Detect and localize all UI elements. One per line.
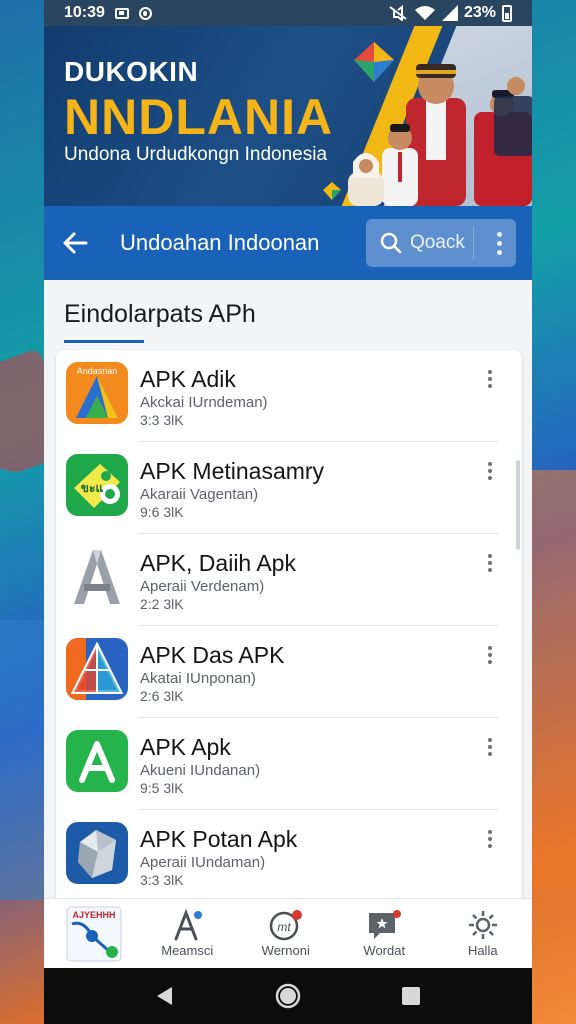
promo-banner[interactable]: DUKOKIN NNDLANIA Undona Urdudkongn Indon… (44, 26, 532, 206)
search-placeholder: Qoack (410, 232, 465, 253)
wallpaper-shape (0, 620, 44, 900)
app-size: 9:5 3lK (140, 780, 184, 796)
nav-item-halla[interactable]: Halla (434, 899, 533, 968)
app-bar-title: Undoahan Indoonan (120, 230, 320, 255)
battery-percent: 23% (463, 4, 496, 21)
signal-icon (441, 5, 458, 21)
list-item[interactable]: APK Apk Akueni IUndanan) 9:5 3lK (56, 718, 522, 810)
section-underline (64, 340, 144, 343)
search-input[interactable]: Qoack (366, 219, 516, 267)
notification-icon (114, 7, 129, 19)
app-size: 2:2 3lK (140, 596, 184, 612)
search-icon (380, 232, 402, 254)
app-name: APK Metinasamry (140, 458, 325, 484)
nav-label: Meamsci (161, 943, 214, 958)
phone-screen: 10:39 23% DUKOKIN NNDLANIA Undona Urdudk… (44, 0, 532, 1024)
metal-a-icon (66, 546, 128, 608)
green-a-icon (66, 730, 128, 792)
battery-icon (502, 4, 512, 22)
recents-square-icon[interactable] (400, 985, 422, 1007)
app-subtitle: Akatai IUnponan) (140, 670, 256, 687)
gear-icon (468, 911, 497, 939)
banner-kicker: DUKOKIN (64, 56, 199, 87)
home-app-icon: AJYEHHH (66, 906, 122, 961)
list-item[interactable]: ขะแ APK Metinasamry Akaraii Vagentan) 9:… (56, 442, 522, 534)
list-item[interactable]: APK, Daiih Apk Aperaii Verdenam) 2:2 3lK (56, 534, 522, 626)
status-bar: 10:39 23% (44, 0, 532, 26)
banner-people-illustration (348, 64, 532, 206)
green-tag-icon: ขะแ (66, 454, 128, 516)
app-list: Andasrian APK Adik Akckai IUrndeman) 3:3… (56, 350, 522, 910)
nav-item-home[interactable]: AJYEHHH (44, 899, 138, 968)
more-options-icon[interactable] (488, 830, 492, 848)
app-subtitle: Akaraii Vagentan) (140, 486, 259, 503)
app-name: APK Potan Apk (140, 826, 298, 852)
notification-icon (138, 6, 152, 20)
mute-icon (389, 5, 407, 21)
svg-text:AJYEHHH: AJYEHHH (72, 910, 115, 920)
back-triangle-icon[interactable] (154, 985, 176, 1007)
nav-label: Wernoni (261, 943, 310, 958)
app-subtitle: Akckai IUrndeman) (140, 394, 268, 411)
wallpaper-shape (526, 470, 576, 890)
banner-subtitle: Undona Urdudkongn Indonesia (64, 144, 328, 165)
svg-text:mt: mt (277, 920, 291, 934)
app-size: 3:3 3lK (140, 412, 184, 428)
divider (473, 226, 474, 260)
section-title: Eindolarpats APh (64, 300, 256, 328)
app-size: 2:6 3lK (140, 688, 184, 704)
more-options-icon[interactable] (488, 370, 492, 388)
app-name: APK Adik (140, 366, 236, 392)
svg-text:ขะแ: ขะแ (81, 481, 104, 495)
wifi-icon (414, 6, 435, 20)
back-arrow-icon[interactable] (60, 228, 90, 258)
more-options-icon[interactable] (488, 646, 492, 664)
more-options-icon[interactable] (488, 738, 492, 756)
app-subtitle: Aperaii Verdenam) (140, 578, 265, 595)
triangle-a-icon (66, 638, 128, 700)
app-subtitle: Akueni IUndanan) (140, 762, 261, 779)
list-item[interactable]: APK Potan Apk Aperaii IUndaman) 3:3 3lK (56, 810, 522, 902)
status-time: 10:39 (64, 4, 105, 21)
badge-icon: mt (269, 910, 302, 941)
kite-logo-icon (323, 182, 341, 200)
crystal-icon (66, 822, 128, 884)
list-item[interactable]: Andasrian APK Adik Akckai IUrndeman) 3:3… (56, 350, 522, 442)
banner-title: NNDLANIA (64, 89, 334, 145)
chat-icon (369, 910, 402, 939)
list-item[interactable]: APK Das APK Akatai IUnponan) 2:6 3lK (56, 626, 522, 718)
app-name: APK, Daiih Apk (140, 550, 296, 576)
nav-item-wernoni[interactable]: mt Wernoni (237, 899, 336, 968)
nav-label: Halla (467, 943, 498, 958)
nav-item-meamsci[interactable]: Meamsci (138, 899, 237, 968)
more-options-icon[interactable] (488, 462, 492, 480)
app-subtitle: Aperaii IUndaman) (140, 854, 266, 871)
more-options-icon[interactable] (482, 231, 516, 255)
app-name: APK Das APK (140, 642, 285, 668)
app-name: APK Apk (140, 734, 231, 760)
app-size: 3:3 3lK (140, 872, 184, 888)
system-nav-bar (44, 968, 532, 1024)
compass-icon (174, 909, 203, 941)
home-circle-icon[interactable] (275, 983, 301, 1009)
orange-a-icon: Andasrian (66, 362, 128, 424)
svg-text:Andasrian: Andasrian (77, 366, 118, 376)
more-options-icon[interactable] (488, 554, 492, 572)
bottom-nav: AJYEHHH Meamsci mt Wernoni Wordat Halla (44, 898, 532, 968)
app-size: 9:6 3lK (140, 504, 184, 520)
app-bar: Undoahan Indoonan Qoack (44, 206, 532, 280)
nav-label: Wordat (363, 943, 406, 958)
nav-item-wordat[interactable]: Wordat (335, 899, 434, 968)
